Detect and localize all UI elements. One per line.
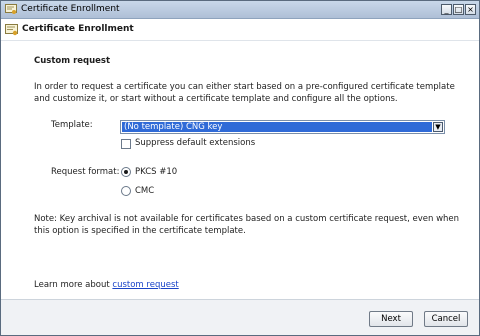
wizard-header: Certificate Enrollment <box>1 19 479 41</box>
learn-more: Learn more about custom request <box>34 280 179 290</box>
learn-more-prefix: Learn more about <box>34 280 113 290</box>
title-bar[interactable]: Certificate Enrollment _ □ × <box>1 1 479 19</box>
cmc-radio-label[interactable]: CMC <box>135 186 154 196</box>
close-button[interactable]: × <box>465 4 476 15</box>
pkcs10-radio-label[interactable]: PKCS #10 <box>135 167 177 177</box>
next-button[interactable]: Next <box>369 311 413 327</box>
wizard-footer: Next Cancel <box>1 299 479 335</box>
custom-request-link[interactable]: custom request <box>112 280 178 290</box>
window-title: Certificate Enrollment <box>21 4 120 14</box>
template-label: Template: <box>51 120 93 130</box>
suppress-extensions-label[interactable]: Suppress default extensions <box>135 138 255 148</box>
cancel-button[interactable]: Cancel <box>424 311 468 327</box>
wizard-title: Certificate Enrollment <box>22 24 134 34</box>
template-select[interactable]: (No template) CNG key ▼ <box>120 120 445 134</box>
description-text: In order to request a certificate you ca… <box>34 82 455 104</box>
key-archival-note: Note: Key archival is not available for … <box>34 214 460 236</box>
wizard-content: Custom request In order to request a cer… <box>1 41 479 299</box>
pkcs10-radio[interactable] <box>121 167 131 177</box>
chevron-down-icon[interactable]: ▼ <box>433 122 443 132</box>
cmc-radio[interactable] <box>121 186 131 196</box>
minimize-button[interactable]: _ <box>441 4 452 15</box>
template-selected-value: (No template) CNG key <box>122 122 432 132</box>
request-format-label: Request format: <box>51 167 120 177</box>
suppress-extensions-checkbox[interactable] <box>121 139 131 149</box>
maximize-button[interactable]: □ <box>453 4 464 15</box>
section-title: Custom request <box>34 56 111 66</box>
certificate-enrollment-window: Certificate Enrollment _ □ × Certificate… <box>0 0 480 336</box>
certificate-icon <box>5 24 18 36</box>
certificate-icon <box>5 4 17 14</box>
